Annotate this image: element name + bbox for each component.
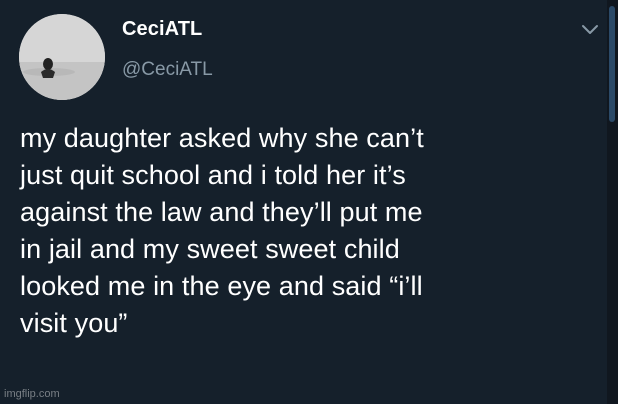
tweet-text-line: my daughter asked why she can’t bbox=[20, 123, 424, 153]
user-handle[interactable]: @CeciATL bbox=[122, 59, 213, 81]
tweet-text-line: in jail and my sweet sweet child bbox=[20, 234, 400, 264]
tweet-text-line: just quit school and i told her it’s bbox=[20, 160, 406, 190]
chevron-down-icon[interactable] bbox=[580, 23, 600, 37]
avatar-photo bbox=[19, 14, 105, 100]
scrollbar-thumb[interactable] bbox=[609, 6, 615, 122]
tweet-text-line: visit you” bbox=[20, 308, 128, 338]
avatar[interactable] bbox=[19, 14, 105, 100]
tweet-text: my daughter asked why she can’t just qui… bbox=[20, 120, 605, 342]
watermark: imgflip.com bbox=[4, 388, 60, 400]
display-name[interactable]: CeciATL bbox=[122, 18, 202, 41]
tweet-text-line: looked me in the eye and said “i’ll bbox=[20, 271, 423, 301]
scrollbar[interactable] bbox=[607, 0, 618, 404]
tweet-text-line: against the law and they’ll put me bbox=[20, 197, 423, 227]
tweet-card: CeciATL @CeciATL my daughter asked why s… bbox=[0, 0, 618, 404]
